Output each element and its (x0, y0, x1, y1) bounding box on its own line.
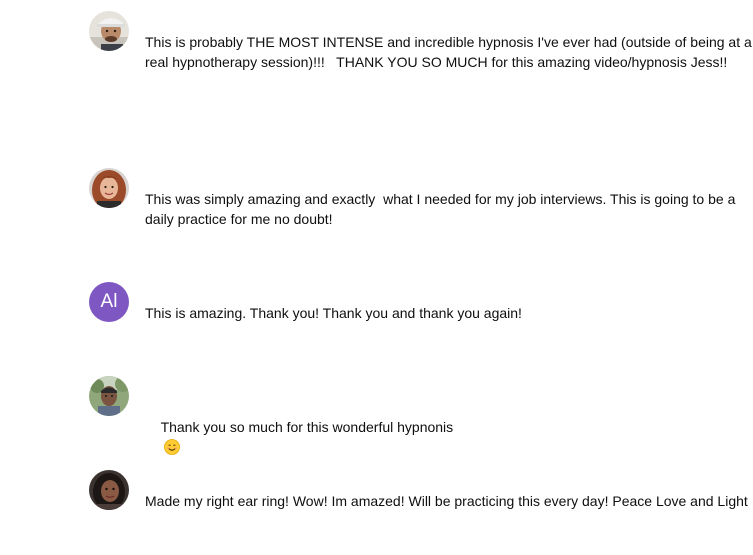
avatar-initials: Al (100, 291, 118, 312)
avatar-woman-redhair-icon (89, 168, 129, 208)
avatar-woman-dark-icon (89, 470, 129, 510)
smiling-face-icon (163, 439, 180, 455)
comment-text: Made my right ear ring! Wow! Im amazed! … (145, 493, 748, 509)
avatar[interactable]: Al (89, 282, 129, 322)
avatar-man-cap-icon (89, 11, 129, 51)
comment-text: This is probably THE MOST INTENSE and in… (145, 34, 752, 70)
comment-text: This was simply amazing and exactly what… (145, 191, 740, 227)
avatar[interactable] (89, 376, 129, 416)
avatar[interactable] (89, 11, 129, 51)
avatar[interactable] (89, 168, 129, 208)
comment-text-content: Thank you so much for this wonderful hyp… (160, 419, 454, 435)
comment-text: Thank you so much for this wonderful hyp… (145, 397, 753, 477)
avatar[interactable] (89, 470, 129, 510)
comment-text: This is amazing. Thank you! Thank you an… (145, 305, 522, 321)
avatar-man-outdoors-icon (89, 376, 129, 416)
